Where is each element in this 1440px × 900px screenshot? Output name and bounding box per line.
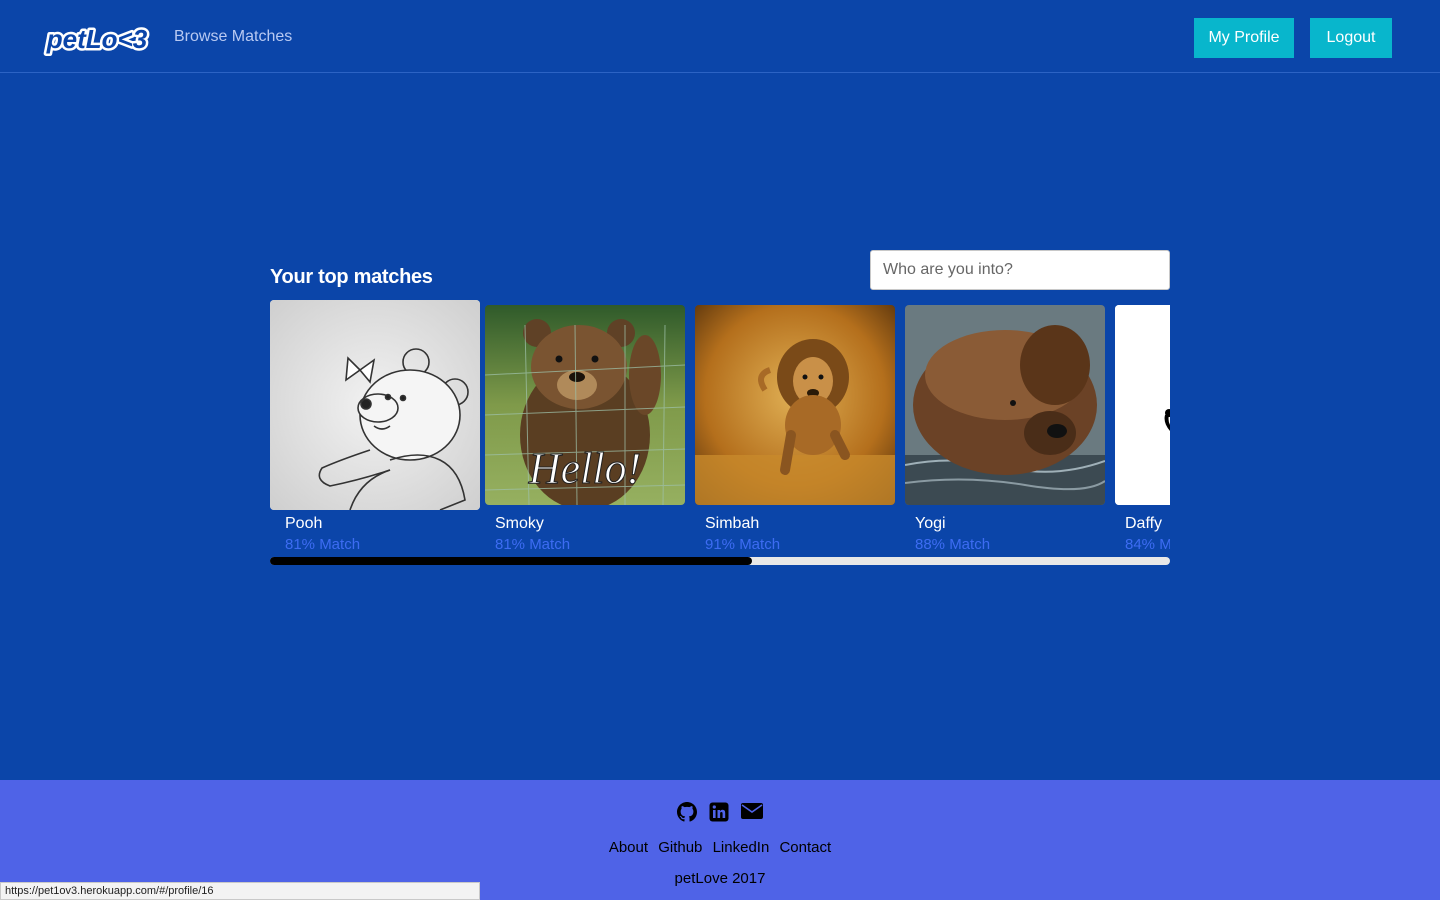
svg-text:petLo<3: petLo<3 xyxy=(46,24,148,54)
match-name: Daffy xyxy=(1125,515,1163,532)
match-card-simbah[interactable]: Simbah 91% Match xyxy=(695,300,895,560)
match-card-yogi[interactable]: Yogi 88% Match xyxy=(905,300,1105,560)
browse-matches-link[interactable]: Browse Matches xyxy=(174,28,292,46)
scrollbar-thumb[interactable] xyxy=(270,557,752,565)
petlove-logo[interactable]: petLo<3 xyxy=(38,22,156,56)
smoky-photo[interactable]: Hello! xyxy=(485,305,685,505)
match-card-smoky[interactable]: Hello! Smoky 81% Match xyxy=(485,300,685,560)
my-profile-button[interactable]: My Profile xyxy=(1194,18,1294,58)
envelope-icon[interactable] xyxy=(741,802,763,820)
linkedin-icon[interactable] xyxy=(709,802,729,822)
footer-link-github[interactable]: Github xyxy=(658,839,702,856)
carousel-scrollbar[interactable] xyxy=(270,557,1170,565)
yogi-photo[interactable] xyxy=(905,305,1105,505)
top-matches-title: Your top matches xyxy=(270,266,433,288)
daffy-photo[interactable] xyxy=(1115,305,1170,505)
match-percentage: 84% Match xyxy=(1125,536,1170,553)
matches-carousel[interactable]: Pooh 81% Match Hello! Smoky 81% Match Si… xyxy=(270,300,1170,560)
footer-link-contact[interactable]: Contact xyxy=(779,839,831,856)
match-percentage: 81% Match xyxy=(285,536,361,553)
footer-link-linkedin[interactable]: LinkedIn xyxy=(713,839,770,856)
match-percentage: 88% Match xyxy=(915,536,991,553)
github-icon[interactable] xyxy=(677,802,697,822)
match-name: Pooh xyxy=(285,515,323,532)
match-card-daffy[interactable]: Daffy 84% Match xyxy=(1115,300,1170,560)
footer-link-about[interactable]: About xyxy=(609,839,648,856)
hello-caption: Hello! xyxy=(528,444,641,493)
match-card-pooh[interactable]: Pooh 81% Match xyxy=(270,300,480,560)
match-name: Simbah xyxy=(705,515,760,532)
footer-links: About Github LinkedIn Contact xyxy=(0,839,1440,856)
match-name: Yogi xyxy=(915,515,946,532)
search-input[interactable] xyxy=(870,250,1170,290)
navbar: petLo<3 Browse Matches My Profile Logout xyxy=(0,0,1440,73)
browser-status-bar: https://pet1ov3.herokuapp.com/#/profile/… xyxy=(0,882,480,900)
pooh-photo[interactable] xyxy=(270,300,480,510)
match-name: Smoky xyxy=(495,515,544,532)
simbah-photo[interactable] xyxy=(695,305,895,505)
logout-button[interactable]: Logout xyxy=(1310,18,1392,58)
match-percentage: 91% Match xyxy=(705,536,781,553)
match-percentage: 81% Match xyxy=(495,536,571,553)
